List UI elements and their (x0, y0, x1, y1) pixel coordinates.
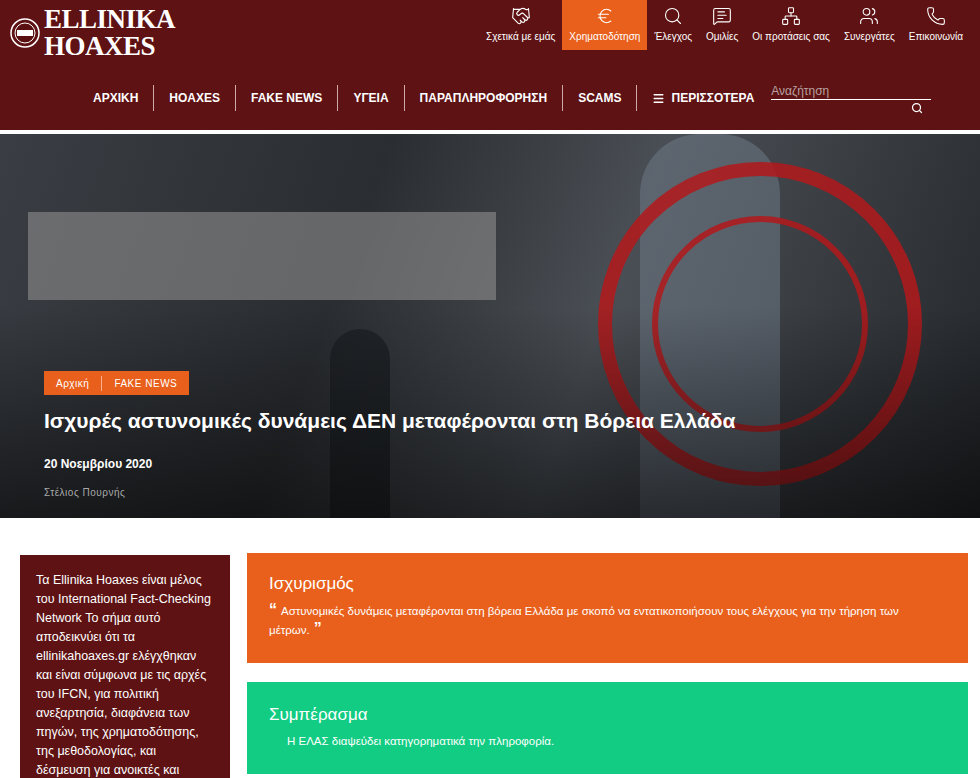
top-bar: ELLINIKAHOAXES Σχετικά με εμάςΧρηματοδότη… (0, 0, 980, 64)
claim-text: “Αστυνομικές δυνάμεις μεταφέρονται στη β… (269, 601, 946, 639)
conclusion-box: Συμπέρασμα Η ΕΛΑΣ διαψεύδει κατηγορηματικ… (247, 682, 968, 774)
article-author[interactable]: Στέλιος Πουρνής (44, 485, 125, 500)
quote-close: ” (314, 620, 322, 637)
quote-open: “ (269, 601, 277, 618)
logo-line-1: ELLINIKA (44, 6, 175, 33)
main-nav: ΑΡΧΙΚΗHOAXESFAKE NEWSΥΓΕΙΑΠΑΡΑΠΛΗΡΟΦΟΡΗΣ… (0, 82, 980, 114)
tag[interactable]: Αρχική (44, 376, 101, 391)
top-menu-item[interactable]: Οι προτάσεις σας (745, 0, 837, 50)
top-menu-item[interactable]: Συνεργάτες (837, 0, 902, 50)
tags: ΑρχικήFAKE NEWS (44, 371, 189, 395)
menu-icon (652, 92, 665, 105)
nav-item[interactable]: ΥΓΕΙΑ (337, 85, 403, 111)
nav-item[interactable]: HOAXES (153, 85, 235, 111)
about-icon (511, 6, 531, 26)
talks-icon (712, 6, 732, 26)
top-menu-item[interactable]: Σχετικά με εμάς (479, 0, 562, 50)
header: ELLINIKAHOAXESΣχετικά με εμάςΧρηματοδότη… (0, 0, 980, 130)
fact-check: Ισχυρισμός “Αστυνομικές δυνάμεις μεταφέρο… (247, 553, 968, 774)
claim-title: Ισχυρισμός (269, 573, 946, 595)
nav-item[interactable]: ΑΡΧΙΚΗ (78, 85, 153, 111)
funding-icon (595, 6, 615, 26)
search-input[interactable] (771, 82, 931, 100)
conclusion-title: Συμπέρασμα (269, 704, 946, 726)
top-menu-item[interactable]: Χρηματοδότηση (562, 0, 647, 50)
nav-item[interactable]: FAKE NEWS (235, 85, 337, 111)
article-date: 20 Νοεμβρίου 2020 (44, 455, 152, 473)
article-title: Ισχυρές αστυνομικές δυνάμεις ΔΕΝ μεταφέρ… (44, 407, 735, 435)
logo-badge-icon (10, 18, 40, 48)
search-icon[interactable] (911, 102, 923, 114)
content: Τα Ellinika Hoaxes είναι μέλος του Inter… (0, 518, 980, 778)
nav-item[interactable]: ΠΕΡΙΣΣΟΤΕΡΑ (636, 85, 769, 111)
sidebar: Τα Ellinika Hoaxes είναι μέλος του Inter… (0, 553, 230, 778)
top-menu: Σχετικά με εμάςΧρηματοδότησηΈλεγχοςΟμιλί… (479, 0, 980, 50)
conclusion-text: Η ΕΛΑΣ διαψεύδει κατηγορηματικά την πληρ… (269, 732, 946, 750)
top-menu-item[interactable]: Ομιλίες (699, 0, 745, 50)
logo-line-2: HOAXES (44, 33, 175, 60)
claim-box: Ισχυρισμός “Αστυνομικές δυνάμεις μεταφέρο… (247, 553, 968, 663)
partners-icon (859, 6, 879, 26)
logo[interactable]: ELLINIKAHOAXES (0, 0, 175, 60)
ifcn-notice: Τα Ellinika Hoaxes είναι μέλος του Inter… (20, 555, 230, 778)
tag[interactable]: FAKE NEWS (101, 376, 189, 391)
check-icon (663, 6, 683, 26)
hero: ΑρχικήFAKE NEWS Ισχυρές αστυνομικές δυνάμ… (0, 134, 980, 518)
suggestions-icon (781, 6, 801, 26)
top-menu-item[interactable]: Έλεγχος (647, 0, 699, 50)
page: ELLINIKAHOAXESΣχετικά με εμάςΧρηματοδότη… (0, 0, 980, 778)
nav-item[interactable]: ΠΑΡΑΠΛΗΡΟΦΟΡΗΣΗ (404, 85, 563, 111)
contact-icon (926, 6, 946, 26)
nav-item[interactable]: SCAMS (562, 85, 636, 111)
top-menu-item[interactable]: Επικοινωνία (902, 0, 970, 50)
search (771, 82, 931, 114)
